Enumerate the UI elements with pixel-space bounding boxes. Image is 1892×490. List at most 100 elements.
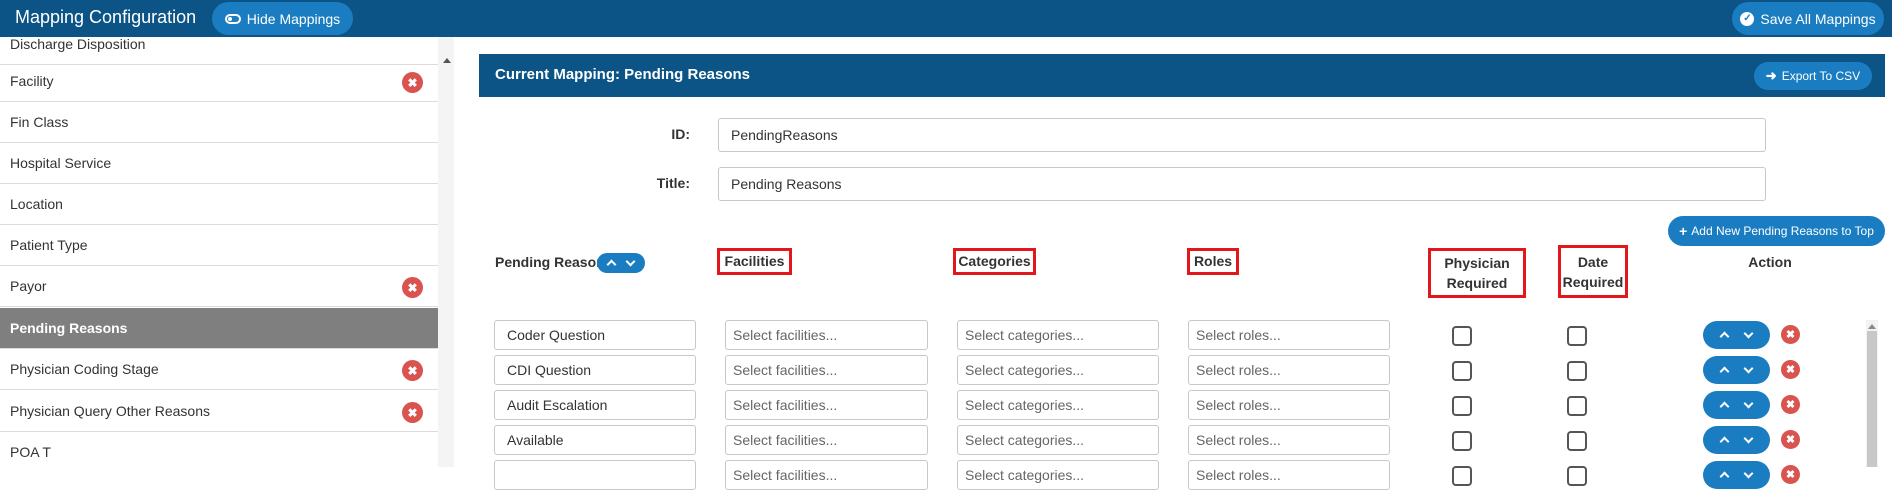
hide-mappings-button[interactable]: Hide Mappings (212, 2, 353, 35)
date-required-checkbox[interactable] (1567, 326, 1587, 346)
chevron-down-icon[interactable] (1743, 433, 1754, 444)
sidebar-item-label: Physician Coding Stage (10, 361, 159, 377)
current-mapping-header: Current Mapping: Pending Reasons ➜ Expor… (479, 54, 1885, 97)
physician-required-checkbox[interactable] (1452, 361, 1472, 381)
reorder-row-button[interactable] (1703, 356, 1770, 384)
check-circle-icon: ✓ (1740, 11, 1755, 26)
sidebar-item[interactable]: Pending Reasons (0, 308, 438, 349)
col-header-action: Action (1748, 254, 1792, 270)
date-required-checkbox[interactable] (1567, 361, 1587, 381)
chevron-down-icon[interactable] (1743, 468, 1754, 479)
roles-select[interactable]: Select roles... (1188, 460, 1390, 490)
col-header-categories: Categories (953, 248, 1036, 275)
pending-reason-input[interactable]: Audit Escalation (494, 390, 696, 420)
app-title: Mapping Configuration (15, 7, 197, 27)
categories-select[interactable]: Select categories... (957, 390, 1159, 420)
facilities-select[interactable]: Select facilities... (725, 355, 928, 385)
remove-row-icon[interactable]: ✖ (1781, 395, 1800, 414)
date-required-checkbox[interactable] (1567, 466, 1587, 486)
physician-required-checkbox[interactable] (1452, 466, 1472, 486)
categories-select[interactable]: Select categories... (957, 355, 1159, 385)
sidebar-item[interactable]: Fin Class (0, 102, 438, 143)
facilities-select[interactable]: Select facilities... (725, 390, 928, 420)
table-scroll-up-arrow-icon[interactable] (1868, 324, 1876, 329)
remove-row-icon[interactable]: ✖ (1781, 360, 1800, 379)
roles-select[interactable]: Select roles... (1188, 320, 1390, 350)
reorder-row-button[interactable] (1703, 461, 1770, 489)
remove-row-icon[interactable]: ✖ (1781, 325, 1800, 344)
sidebar-item-label: Physician Query Other Reasons (10, 403, 210, 419)
save-all-mappings-button[interactable]: ✓ Save All Mappings (1732, 2, 1884, 35)
export-csv-label: Export To CSV (1781, 69, 1861, 83)
sidebar-item[interactable]: Facility ✖ (0, 61, 438, 102)
categories-select[interactable]: Select categories... (957, 425, 1159, 455)
remove-mapping-icon[interactable]: ✖ (402, 402, 423, 423)
roles-select[interactable]: Select roles... (1188, 425, 1390, 455)
remove-mapping-icon[interactable]: ✖ (402, 360, 423, 381)
sidebar-item[interactable]: POA T (0, 432, 438, 467)
pending-reason-input[interactable]: Coder Question (494, 320, 696, 350)
sort-reason-button[interactable] (597, 253, 645, 273)
physician-required-checkbox[interactable] (1452, 396, 1472, 416)
chevron-up-icon[interactable] (1719, 366, 1730, 377)
pending-reason-input[interactable]: CDI Question (494, 355, 696, 385)
date-required-checkbox[interactable] (1567, 396, 1587, 416)
export-csv-button[interactable]: ➜ Export To CSV (1754, 62, 1872, 90)
sidebar-item-label: Pending Reasons (10, 320, 128, 336)
reorder-row-button[interactable] (1703, 391, 1770, 419)
sidebar-item-label: Discharge Disposition (10, 37, 146, 52)
mapping-sidebar: Discharge Disposition Facility ✖ Fin Class H… (0, 37, 438, 467)
remove-row-icon[interactable]: ✖ (1781, 430, 1800, 449)
sidebar-item-label: Hospital Service (10, 155, 112, 171)
reorder-row-button[interactable] (1703, 321, 1770, 349)
sidebar-item[interactable]: Location (0, 184, 438, 225)
categories-select[interactable]: Select categories... (957, 460, 1159, 490)
title-label: Title: (656, 175, 690, 191)
sidebar-item[interactable]: Hospital Service (0, 143, 438, 184)
remove-mapping-icon[interactable]: ✖ (402, 277, 423, 298)
pending-reason-input[interactable] (494, 460, 696, 490)
date-required-line1: Date (1577, 254, 1609, 270)
facilities-select[interactable]: Select facilities... (725, 425, 928, 455)
chevron-down-icon[interactable] (1743, 328, 1754, 339)
roles-select[interactable]: Select roles... (1188, 355, 1390, 385)
sidebar-item[interactable]: Payor ✖ (0, 266, 438, 307)
physician-required-checkbox[interactable] (1452, 326, 1472, 346)
save-all-label: Save All Mappings (1760, 10, 1876, 27)
facilities-select[interactable]: Select facilities... (725, 320, 928, 350)
sidebar-item[interactable]: Patient Type (0, 225, 438, 266)
add-pending-reason-button[interactable]: + Add New Pending Reasons to Top (1668, 216, 1885, 246)
date-required-checkbox[interactable] (1567, 431, 1587, 451)
chevron-up-icon[interactable] (1719, 471, 1730, 482)
chevron-down-icon (625, 256, 636, 267)
sidebar-scrollbar[interactable] (438, 37, 454, 467)
table-scrollbar-thumb[interactable] (1867, 331, 1877, 467)
facilities-select[interactable]: Select facilities... (725, 460, 928, 490)
sidebar-item[interactable]: Physician Query Other Reasons ✖ (0, 391, 438, 432)
chevron-down-icon[interactable] (1743, 398, 1754, 409)
pending-reason-input[interactable]: Available (494, 425, 696, 455)
physician-required-checkbox[interactable] (1452, 431, 1472, 451)
current-mapping-title: Current Mapping: Pending Reasons (495, 66, 751, 83)
id-field[interactable]: PendingReasons (718, 118, 1766, 152)
sidebar-item[interactable]: Physician Coding Stage ✖ (0, 349, 438, 390)
col-header-facilities: Facilities (717, 248, 792, 275)
chevron-up-icon[interactable] (1719, 436, 1730, 447)
reorder-row-button[interactable] (1703, 426, 1770, 454)
chevron-up-icon[interactable] (1719, 331, 1730, 342)
chevron-up-icon[interactable] (1719, 401, 1730, 412)
chevron-down-icon[interactable] (1743, 363, 1754, 374)
roles-select[interactable]: Select roles... (1188, 390, 1390, 420)
title-field[interactable]: Pending Reasons (718, 167, 1766, 201)
remove-row-icon[interactable]: ✖ (1781, 465, 1800, 484)
col-header-physician-required: Physician Required (1428, 248, 1526, 298)
sidebar-item-label: Location (10, 196, 63, 212)
sidebar-item-label: Patient Type (10, 237, 88, 253)
top-bar: Mapping Configuration Hide Mappings ✓ Sa… (0, 0, 1892, 37)
scroll-up-arrow-icon[interactable] (443, 58, 451, 63)
col-header-pending-reason: Pending Reason (495, 254, 605, 270)
remove-mapping-icon[interactable]: ✖ (402, 72, 423, 93)
physician-required-line2: Required (1446, 275, 1508, 291)
arrow-right-icon: ➜ (1765, 68, 1777, 83)
categories-select[interactable]: Select categories... (957, 320, 1159, 350)
